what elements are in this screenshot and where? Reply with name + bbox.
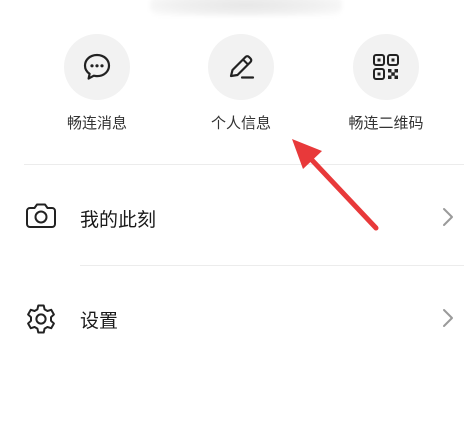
annotation-arrow-icon	[292, 139, 379, 231]
